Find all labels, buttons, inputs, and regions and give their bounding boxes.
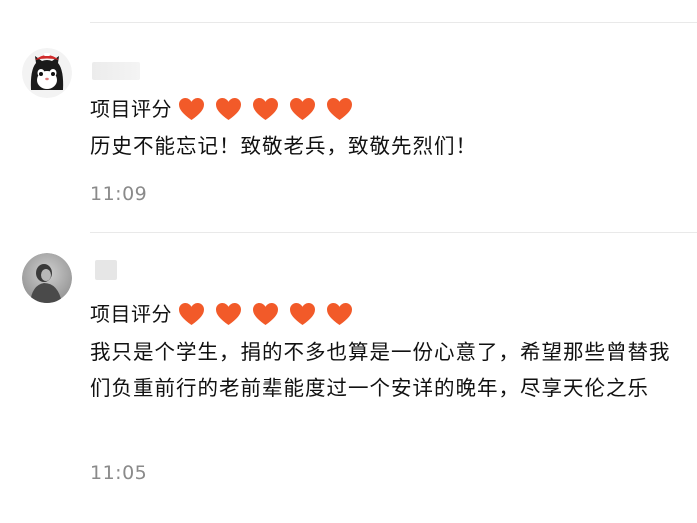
heart-icon bbox=[289, 97, 316, 121]
username-redacted[interactable] bbox=[92, 62, 140, 80]
heart-icon bbox=[178, 97, 205, 121]
heart-icon bbox=[326, 302, 353, 326]
rating-label: 项目评分 bbox=[90, 302, 172, 326]
top-divider bbox=[90, 22, 697, 23]
cat-avatar-icon[interactable] bbox=[22, 48, 72, 98]
person-avatar-icon[interactable] bbox=[22, 253, 72, 303]
rating-row: 项目评分 bbox=[90, 299, 363, 329]
heart-icon bbox=[178, 302, 205, 326]
heart-icon bbox=[252, 302, 279, 326]
heart-icon bbox=[215, 97, 242, 121]
heart-icon bbox=[252, 97, 279, 121]
heart-icon bbox=[215, 302, 242, 326]
comment-time: 11:05 bbox=[90, 462, 148, 484]
rating-row: 项目评分 bbox=[90, 94, 363, 124]
username-redacted[interactable] bbox=[95, 260, 117, 280]
comment-text: 我只是个学生，捐的不多也算是一份心意了，希望那些曾替我们负重前行的老前辈能度过一… bbox=[90, 340, 671, 400]
heart-icon bbox=[289, 302, 316, 326]
comment-divider bbox=[90, 232, 697, 233]
rating-label: 项目评分 bbox=[90, 97, 172, 121]
comment-text: 历史不能忘记！致敬老兵，致敬先烈们！ bbox=[90, 134, 477, 158]
heart-icon bbox=[326, 97, 353, 121]
comment-time: 11:09 bbox=[90, 183, 148, 205]
